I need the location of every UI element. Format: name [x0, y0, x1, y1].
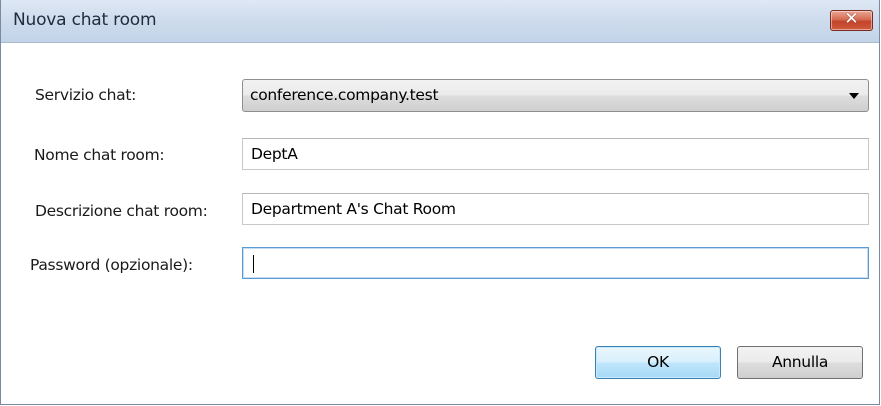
- service-selected-value: conference.company.test: [250, 86, 439, 104]
- room-description-label: Descrizione chat room:: [35, 202, 208, 220]
- cancel-button[interactable]: Annulla: [737, 346, 863, 379]
- window-title: Nuova chat room: [13, 10, 157, 30]
- password-label: Password (opzionale):: [30, 256, 193, 274]
- title-bar[interactable]: Nuova chat room ✕: [1, 0, 879, 43]
- service-label: Servizio chat:: [35, 86, 137, 104]
- chevron-down-icon: [849, 93, 859, 99]
- close-icon: ✕: [844, 9, 859, 29]
- dialog-window: Nuova chat room ✕ Servizio chat: confere…: [0, 0, 880, 405]
- service-dropdown[interactable]: conference.company.test: [242, 79, 869, 112]
- password-field[interactable]: [242, 247, 869, 279]
- room-name-field[interactable]: DeptA: [242, 138, 869, 170]
- room-description-value: Department A's Chat Room: [251, 200, 456, 218]
- room-name-value: DeptA: [251, 145, 298, 163]
- ok-button[interactable]: OK: [595, 346, 721, 379]
- room-description-field[interactable]: Department A's Chat Room: [242, 193, 869, 225]
- room-name-label: Nome chat room:: [34, 146, 165, 164]
- close-button[interactable]: ✕: [830, 9, 873, 31]
- text-caret: [253, 255, 254, 273]
